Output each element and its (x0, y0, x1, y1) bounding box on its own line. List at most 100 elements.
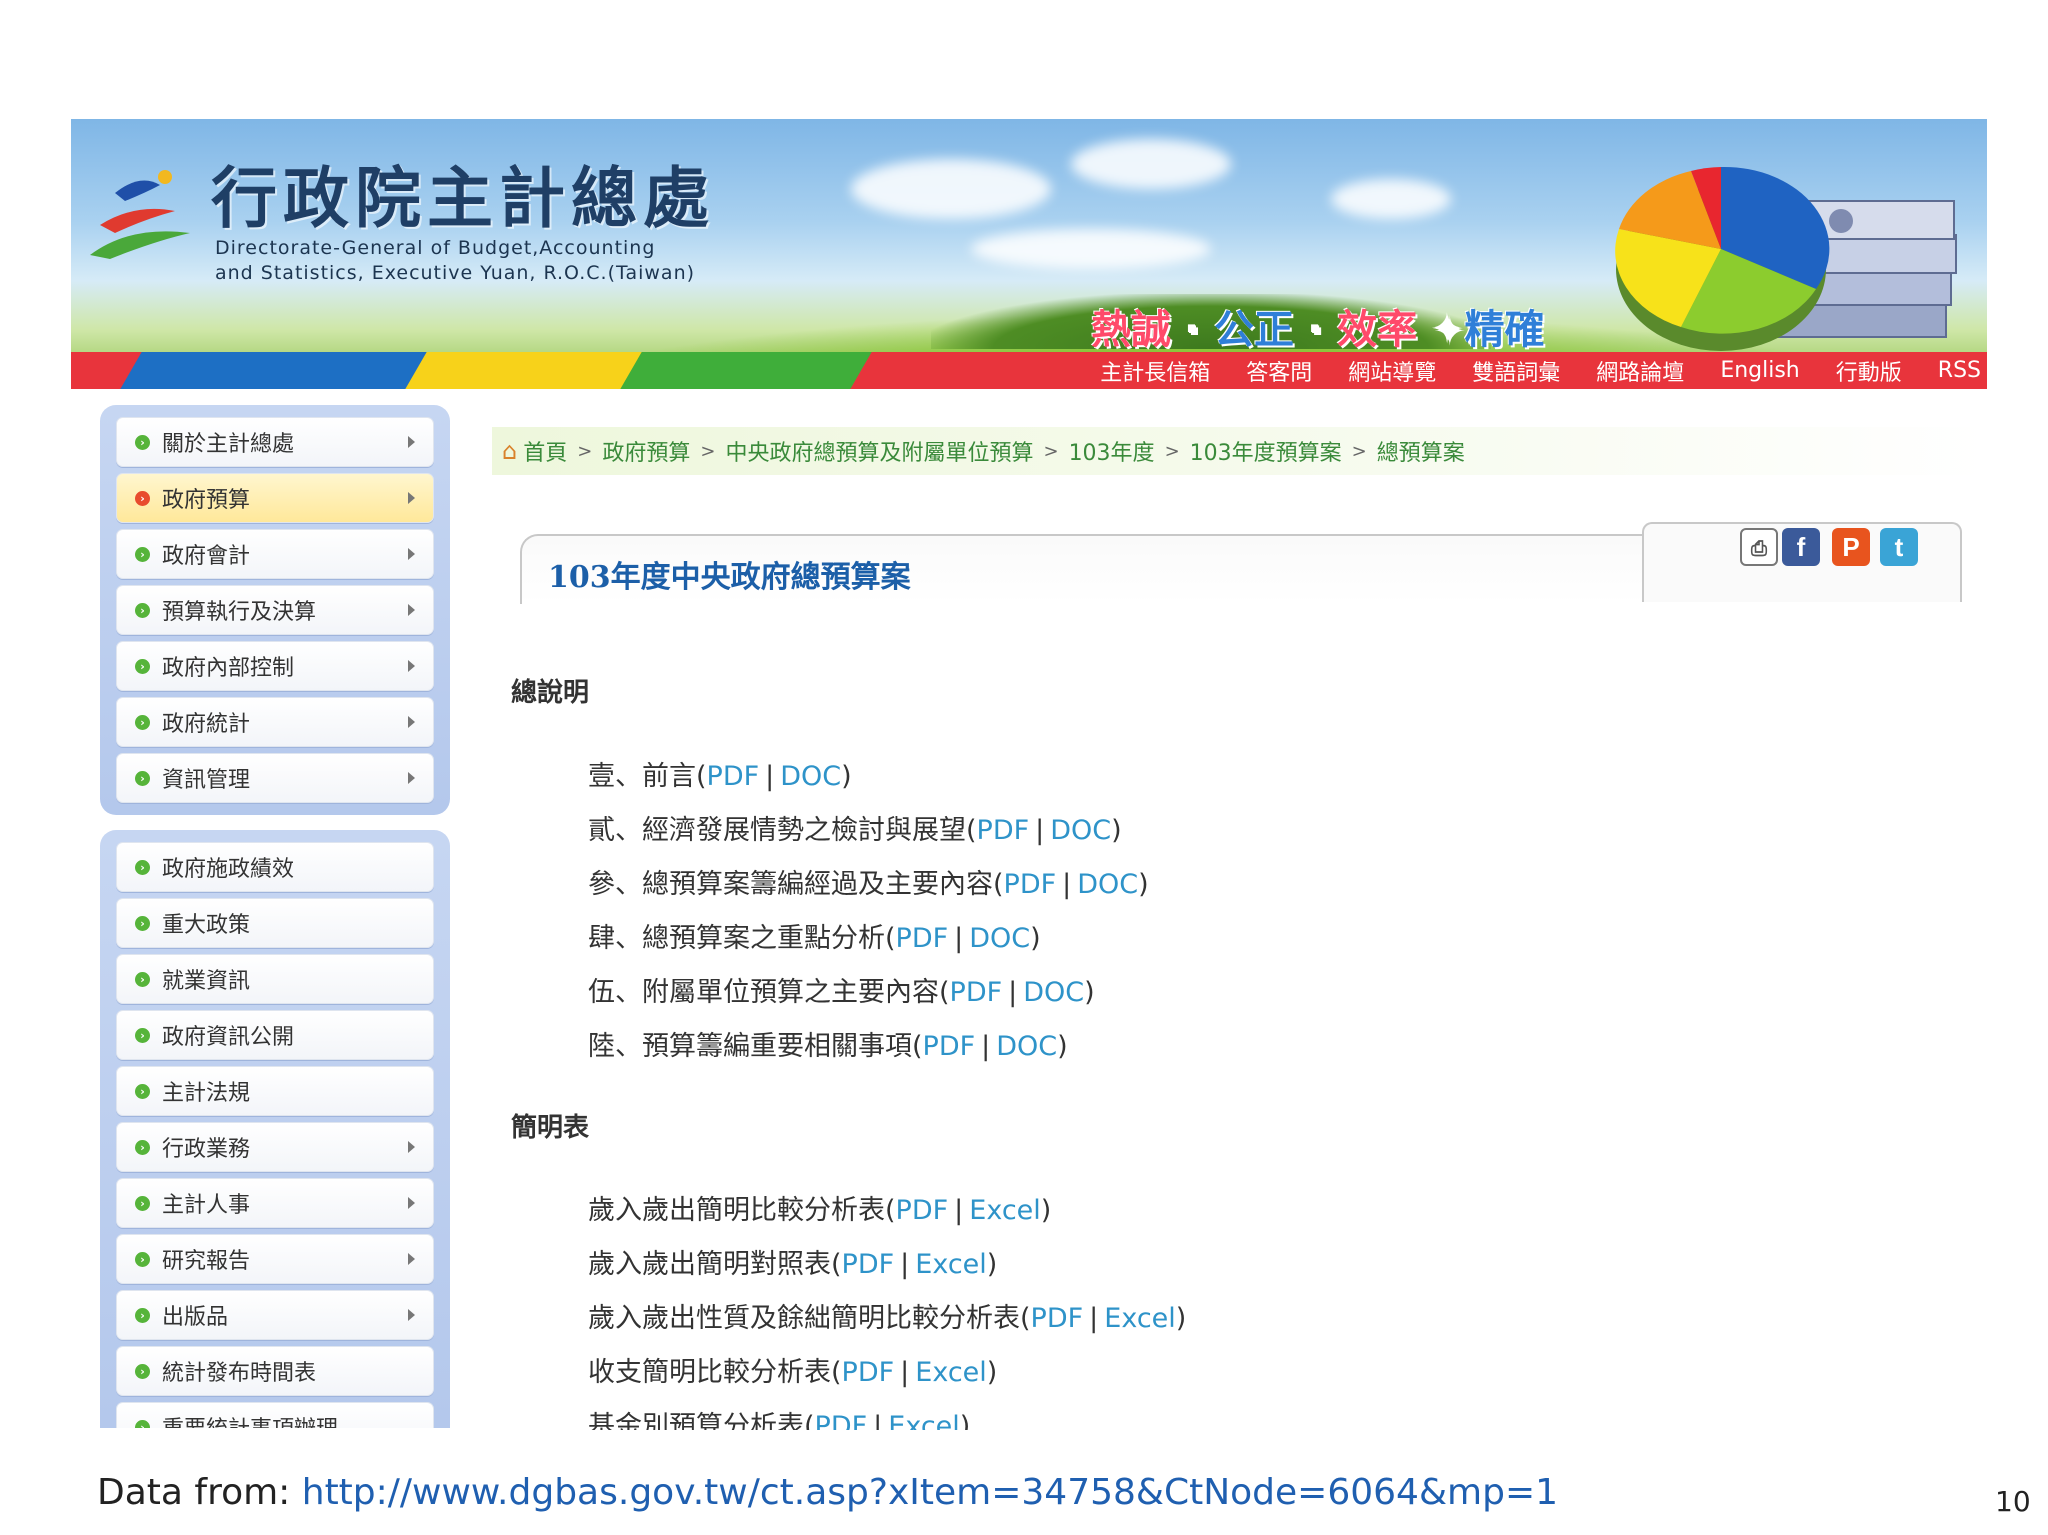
cloud-decoration (1331, 179, 1451, 219)
doc-item: 壹、前言(PDF | DOC) (588, 761, 852, 792)
plurk-icon[interactable]: P (1832, 528, 1870, 566)
chevron-right-icon (408, 492, 415, 504)
pdf-link[interactable]: PDF (815, 1411, 868, 1430)
sidebar-item-administration[interactable]: › 行政業務 (116, 1122, 434, 1172)
slogan: 熱誠 · 公正 · 效率 ✦精確 (1091, 307, 1545, 353)
sidebar-item-about[interactable]: › 關於主計總處 (116, 417, 434, 467)
doc-item-label: 肆、總預算案之重點分析 (588, 923, 885, 954)
breadcrumb-link-year[interactable]: 103年度 (1069, 435, 1155, 467)
doc-link[interactable]: DOC (780, 761, 841, 792)
bullet-icon: › (135, 1083, 150, 1099)
bullet-icon: › (135, 770, 150, 786)
doc-link[interactable]: DOC (1023, 977, 1084, 1008)
sidebar-item-budget-execution[interactable]: › 預算執行及決算 (116, 585, 434, 635)
sidebar-item-release-schedule[interactable]: › 統計發布時間表 (116, 1346, 434, 1396)
nav-link-glossary[interactable]: 雙語詞彙 (1472, 355, 1560, 387)
site-subtitle-line2: and Statistics, Executive Yuan, R.O.C.(T… (215, 262, 696, 284)
sidebar-item-government-accounting[interactable]: › 政府會計 (116, 529, 434, 579)
site-title[interactable]: 行政院主計總處 (211, 145, 715, 241)
doc-item: 歲入歲出簡明比較分析表(PDF | Excel) (588, 1195, 1052, 1226)
breadcrumb-link-budget-proposal[interactable]: 103年度預算案 (1190, 435, 1342, 467)
breadcrumb-link-government-budget[interactable]: 政府預算 (602, 435, 690, 467)
bullet-icon: › (135, 1419, 150, 1428)
sidebar-item-publications[interactable]: › 出版品 (116, 1290, 434, 1340)
nav-link-sitemap[interactable]: 網站導覽 (1348, 355, 1436, 387)
pdf-link[interactable]: PDF (896, 923, 949, 954)
page-number: 10 (1995, 1485, 2031, 1518)
cloud-decoration (851, 159, 1051, 219)
pdf-link[interactable]: PDF (842, 1249, 895, 1280)
breadcrumb-separator: > (700, 440, 716, 462)
sidebar-item-personnel[interactable]: › 主計人事 (116, 1178, 434, 1228)
excel-link[interactable]: Excel (915, 1249, 987, 1280)
print-icon[interactable]: ⎙ (1740, 528, 1778, 566)
site-subtitle-line1: Directorate-General of Budget,Accounting (215, 237, 656, 259)
chevron-right-icon (408, 604, 415, 616)
nav-link-faq[interactable]: 答客問 (1246, 355, 1312, 387)
sidebar-item-government-budget[interactable]: › 政府預算 (116, 473, 434, 523)
nav-link-english[interactable]: English (1720, 358, 1799, 383)
slogan-word: 精確 (1464, 307, 1545, 353)
pdf-link[interactable]: PDF (1031, 1303, 1084, 1334)
doc-item-label: 陸、預算籌編重要相關事項 (588, 1031, 912, 1062)
sidebar-item-regulations[interactable]: › 主計法規 (116, 1066, 434, 1116)
chevron-right-icon (408, 548, 415, 560)
bullet-icon: › (135, 915, 150, 931)
sidebar-item-employment-info[interactable]: › 就業資訊 (116, 954, 434, 1004)
pdf-link[interactable]: PDF (950, 977, 1003, 1008)
sidebar-item-label: 關於主計總處 (162, 432, 295, 457)
doc-link[interactable]: DOC (996, 1031, 1057, 1062)
doc-link[interactable]: DOC (1050, 815, 1111, 846)
doc-item: 歲入歲出性質及餘絀簡明比較分析表(PDF | Excel) (588, 1303, 1187, 1334)
source-note: Data from: http://www.dgbas.gov.tw/ct.as… (97, 1472, 1558, 1513)
sidebar-item-label: 政府統計 (162, 712, 251, 737)
doc-link[interactable]: DOC (1077, 869, 1138, 900)
cloud-decoration (1071, 139, 1231, 189)
pdf-link[interactable]: PDF (707, 761, 760, 792)
breadcrumb-link-general-budget[interactable]: 總預算案 (1377, 435, 1465, 467)
sidebar-item-major-policy[interactable]: › 重大政策 (116, 898, 434, 948)
pdf-link[interactable]: PDF (896, 1195, 949, 1226)
source-label: Data from: (97, 1472, 302, 1513)
facebook-icon[interactable]: f (1782, 528, 1820, 566)
pdf-link[interactable]: PDF (923, 1031, 976, 1062)
cloud-decoration (971, 229, 1211, 269)
bullet-icon: › (135, 714, 150, 730)
excel-link[interactable]: Excel (888, 1411, 960, 1430)
pdf-link[interactable]: PDF (842, 1357, 895, 1388)
excel-link[interactable]: Excel (1104, 1303, 1176, 1334)
excel-link[interactable]: Excel (969, 1195, 1041, 1226)
doc-item: 肆、總預算案之重點分析(PDF | DOC) (588, 923, 1041, 954)
content-scroll-area[interactable]: 歲入歲出簡明比較分析表(PDF | Excel) 歲入歲出簡明對照表(PDF | Exc… (490, 1120, 1990, 1430)
nav-link-director-mailbox[interactable]: 主計長信箱 (1100, 355, 1210, 387)
excel-link[interactable]: Excel (915, 1357, 987, 1388)
sidebar-item-information-management[interactable]: › 資訊管理 (116, 753, 434, 803)
nav-link-forum[interactable]: 網路論壇 (1596, 355, 1684, 387)
sidebar-item-label: 預算執行及決算 (162, 600, 317, 625)
sidebar-item-government-statistics[interactable]: › 政府統計 (116, 697, 434, 747)
twitter-icon[interactable]: t (1880, 528, 1918, 566)
source-url-link[interactable]: http://www.dgbas.gov.tw/ct.asp?xItem=347… (302, 1472, 1558, 1513)
doc-link[interactable]: DOC (969, 923, 1030, 954)
dgbas-logo-icon[interactable] (85, 163, 195, 263)
doc-item-label: 基金別預算分析表 (588, 1411, 804, 1430)
chevron-right-icon (408, 772, 415, 784)
slogan-word: 公正 (1214, 307, 1295, 353)
sidebar-item-label: 研究報告 (162, 1249, 251, 1274)
pdf-link[interactable]: PDF (977, 815, 1030, 846)
chevron-right-icon (408, 660, 415, 672)
bullet-icon: › (135, 1251, 150, 1267)
nav-link-mobile[interactable]: 行動版 (1836, 355, 1902, 387)
sidebar-item-research-reports[interactable]: › 研究報告 (116, 1234, 434, 1284)
breadcrumb-link-home[interactable]: 首頁 (523, 435, 567, 467)
sidebar-item-performance[interactable]: › 政府施政績效 (116, 842, 434, 892)
home-icon[interactable]: ⌂ (502, 437, 517, 465)
section-heading-overview: 總說明 (511, 678, 590, 708)
sidebar-item-internal-control[interactable]: › 政府內部控制 (116, 641, 434, 691)
breadcrumb-link-central-budget[interactable]: 中央政府總預算及附屬單位預算 (725, 435, 1033, 467)
pdf-link[interactable]: PDF (1004, 869, 1057, 900)
nav-link-rss[interactable]: RSS (1938, 358, 1981, 383)
doc-item-label: 貳、經濟發展情勢之檢討與展望 (588, 815, 966, 846)
sidebar-item-statistics-affairs[interactable]: › 重要統計事項辦理 (116, 1402, 434, 1428)
sidebar-item-info-disclosure[interactable]: › 政府資訊公開 (116, 1010, 434, 1060)
